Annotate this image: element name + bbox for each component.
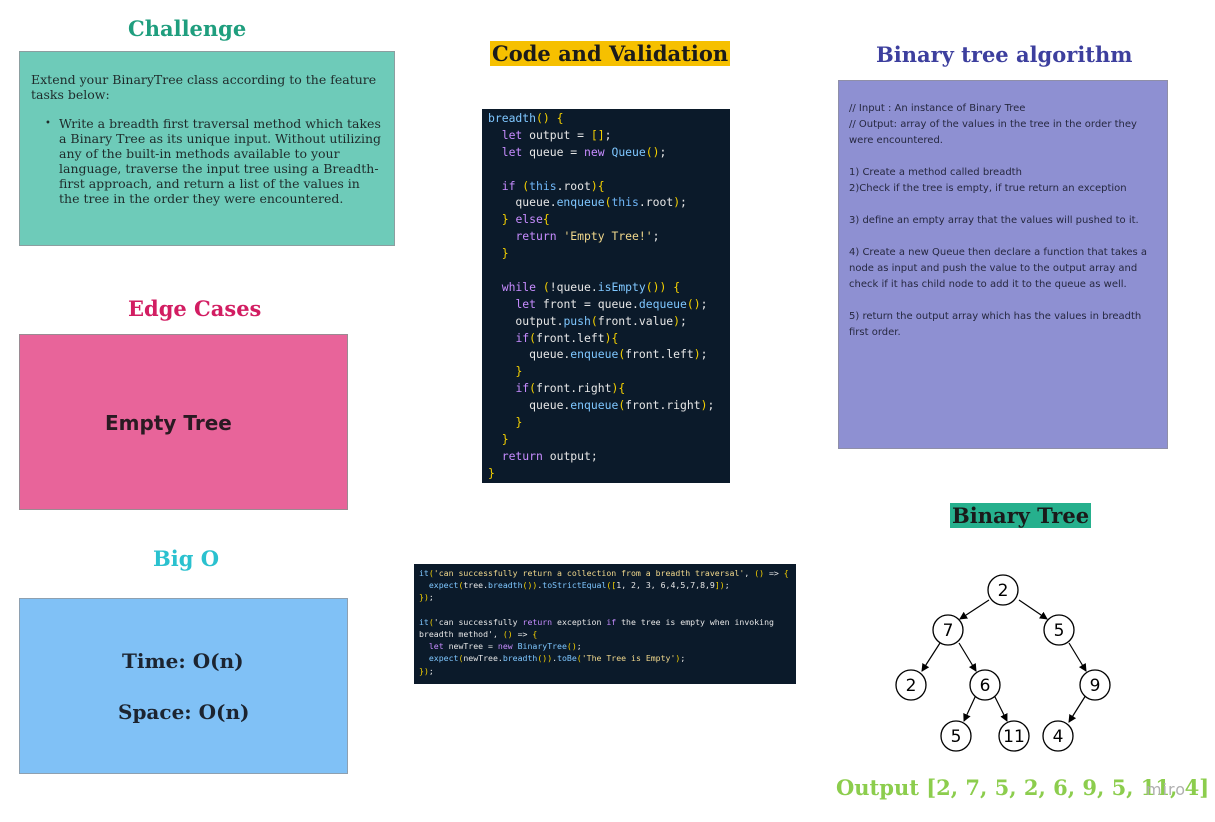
code-line: output.push(front.value); <box>488 313 687 328</box>
test-code-line: breadth method', () => { <box>419 628 538 639</box>
test-code-line: it('can successfully return exception if… <box>419 616 774 627</box>
code-line: } <box>501 246 509 261</box>
code-line: while (!queue.isEmpty()) { <box>501 279 681 294</box>
big-o-heading: Big O <box>153 546 220 571</box>
test-code-line: expect(tree.breadth()).toStrictEqual([1,… <box>428 580 730 591</box>
test-code-line: it('can successfully return a collection… <box>419 568 789 578</box>
challenge-intro: Extend your BinaryTree class according t… <box>31 72 377 102</box>
tree-node-6: 6 <box>969 669 1001 701</box>
binary-tree-diagram: 2 7 5 2 6 9 5 11 4 <box>895 574 1111 752</box>
algorithm-card[interactable]: // Input : An instance of Binary Tree //… <box>838 80 1168 449</box>
test-code-line: }); <box>419 592 434 603</box>
code-validation-heading: Code and Validation <box>490 41 731 66</box>
edge-6-11 <box>993 694 1008 722</box>
edge-9-4 <box>1068 694 1087 723</box>
test-code-line: }); <box>419 665 434 676</box>
edge-case-empty-tree: Empty Tree <box>105 411 232 435</box>
svg-text:4: 4 <box>1053 727 1064 747</box>
code-line: } else{ <box>501 212 550 227</box>
algorithm-step-4: 4) Create a new Queue then declare a fun… <box>849 247 1148 290</box>
test-code-line: let newTree = new BinaryTree(); <box>428 641 582 652</box>
space-complexity: Space: O(n) <box>118 700 250 724</box>
test-code-line: expect(newTree.breadth()).toBe('The Tree… <box>428 653 686 664</box>
edge-root-right <box>1018 599 1048 620</box>
binary-tree-heading: Binary Tree <box>950 503 1092 528</box>
svg-text:2: 2 <box>998 581 1009 601</box>
svg-text:5: 5 <box>951 727 962 747</box>
code-line: } <box>515 364 523 379</box>
edge-root-left <box>959 599 990 620</box>
algorithm-input: // Input : An instance of Binary Tree <box>849 103 1026 114</box>
code-line: if(front.left){ <box>515 330 619 345</box>
edge-7-2 <box>921 642 941 672</box>
edge-cases-heading: Edge Cases <box>128 296 262 321</box>
code-line: } <box>501 431 509 446</box>
code-line: breadth() { <box>488 111 564 125</box>
svg-text:6: 6 <box>980 676 991 696</box>
miro-watermark: miro <box>1146 780 1187 799</box>
test-code-line <box>419 604 796 616</box>
algorithm-heading: Binary tree algorithm <box>876 42 1133 67</box>
algorithm-step-2: 2)Check if the tree is empty, if true re… <box>849 183 1127 194</box>
algorithm-step-5: 5) return the output array which has the… <box>849 311 1142 338</box>
tree-node-root: 2 <box>987 574 1019 606</box>
code-line: let front = queue.dequeue(); <box>515 296 708 311</box>
code-line: queue.enqueue(front.right); <box>488 398 715 413</box>
algorithm-step-1: 1) Create a method called breadth <box>849 167 1022 178</box>
algorithm-step-3: 3) define an empty array that the values… <box>849 215 1139 226</box>
code-screenshot[interactable]: breadth() { let output = []; let queue =… <box>482 109 730 483</box>
big-o-card[interactable]: Time: O(n) Space: O(n) <box>19 598 348 774</box>
code-line: return output; <box>501 448 598 463</box>
edge-cases-card[interactable]: Empty Tree <box>19 334 348 510</box>
code-line: if(front.right){ <box>515 381 626 396</box>
test-code-screenshot[interactable]: it('can successfully return a collection… <box>414 564 796 684</box>
challenge-task: Write a breadth first traversal method w… <box>45 116 382 206</box>
challenge-card[interactable]: Extend your BinaryTree class according t… <box>19 51 395 246</box>
code-line: if (this.root){ <box>501 178 605 193</box>
svg-text:9: 9 <box>1090 676 1101 696</box>
code-line: return 'Empty Tree!'; <box>515 229 660 244</box>
code-line: let queue = new Queue(); <box>501 144 667 159</box>
tree-node-2-leaf: 2 <box>895 669 927 701</box>
edge-5-9 <box>1068 642 1087 672</box>
svg-text:5: 5 <box>1054 621 1065 641</box>
svg-text:11: 11 <box>1003 727 1025 747</box>
edge-7-6 <box>958 642 977 672</box>
tree-node-9: 9 <box>1079 669 1111 701</box>
tree-node-5-leaf: 5 <box>940 720 972 752</box>
svg-text:2: 2 <box>906 676 917 696</box>
code-line: queue.enqueue(front.left); <box>488 347 708 362</box>
challenge-heading: Challenge <box>128 16 247 41</box>
challenge-task-list: Write a breadth first traversal method w… <box>31 116 382 206</box>
code-line: } <box>515 415 523 430</box>
svg-text:7: 7 <box>943 621 954 641</box>
algorithm-output: // Output: array of the values in the tr… <box>849 119 1137 146</box>
tree-node-5: 5 <box>1043 614 1075 646</box>
tree-node-7: 7 <box>932 614 964 646</box>
code-line: let output = []; <box>501 127 612 142</box>
tree-node-4: 4 <box>1042 720 1074 752</box>
edge-6-5 <box>963 694 977 722</box>
code-line: queue.enqueue(this.root); <box>488 195 687 210</box>
tree-node-11: 11 <box>998 720 1030 752</box>
time-complexity: Time: O(n) <box>122 649 244 673</box>
code-line: } <box>488 465 495 480</box>
